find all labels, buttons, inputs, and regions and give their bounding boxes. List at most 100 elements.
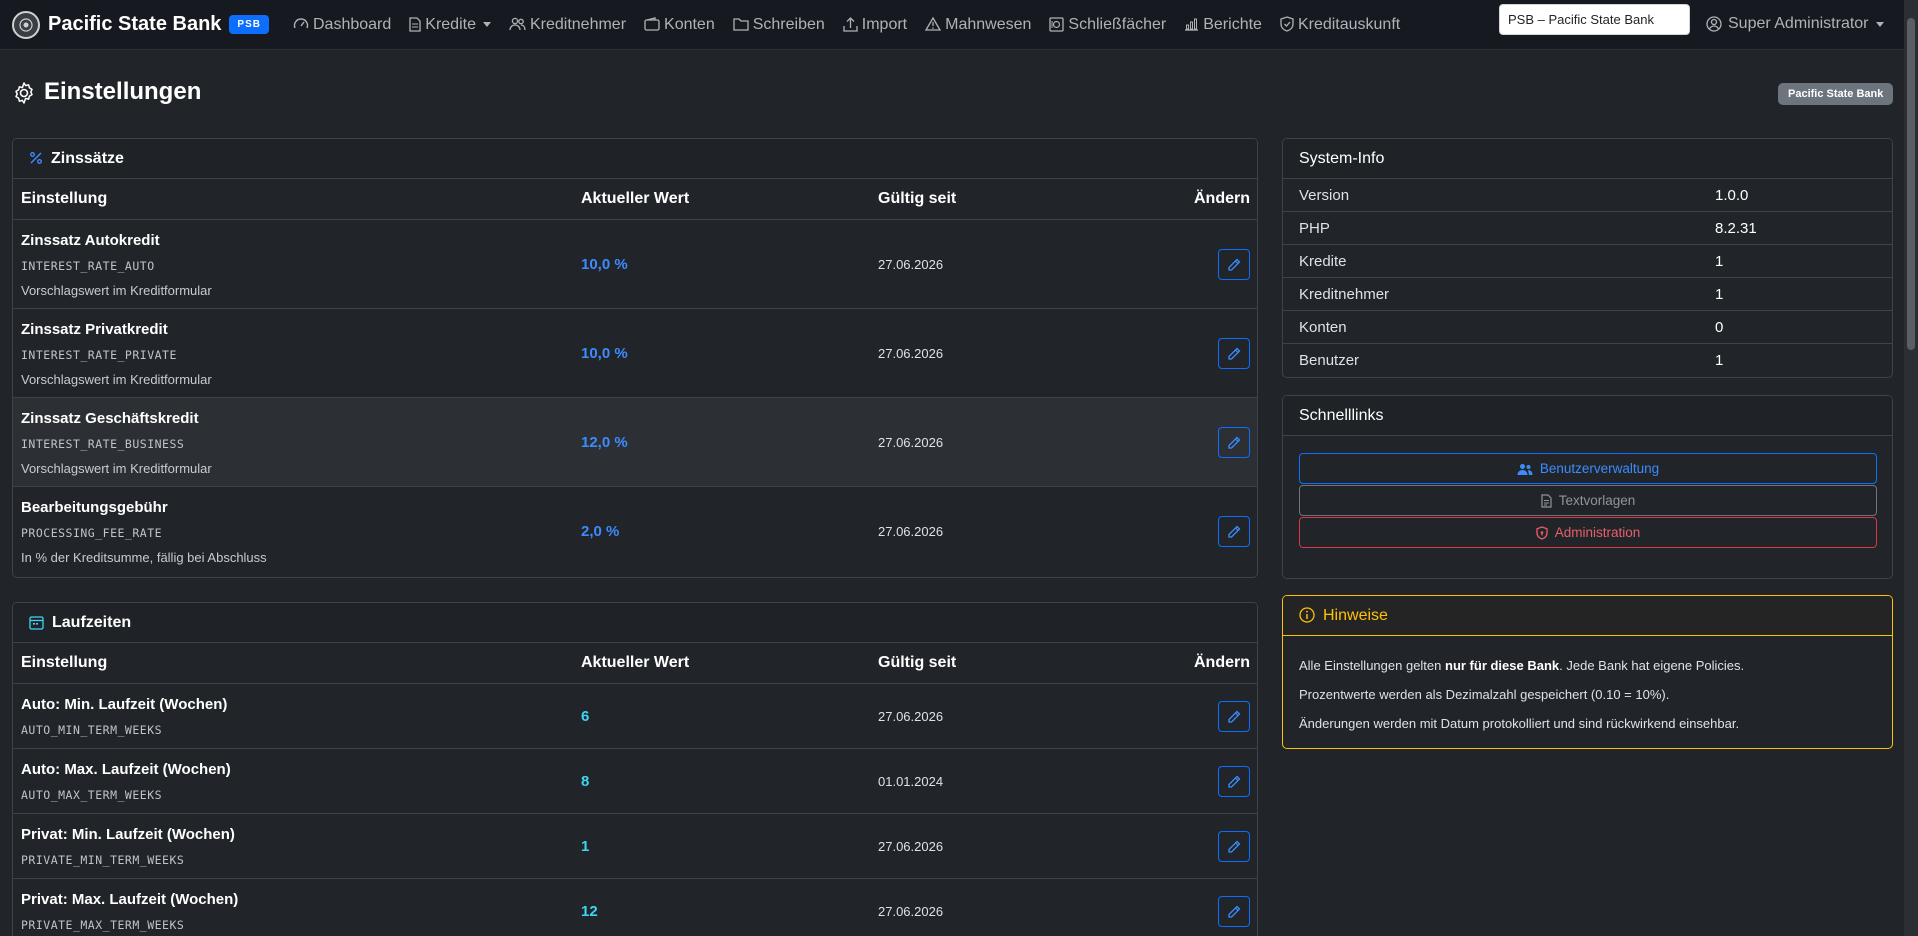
nav-label: Kreditnehmer [529, 15, 627, 33]
wallet-icon [644, 16, 664, 34]
setting-name: Auto: Min. Laufzeit (Wochen) [21, 696, 228, 713]
edit-button[interactable] [1218, 831, 1250, 862]
setting-key: AUTO_MIN_TERM_WEEKS [21, 723, 163, 737]
pencil-icon [1227, 256, 1241, 273]
nav-label: Schließfächer [1068, 15, 1167, 33]
info-row: Benutzer 1 [1283, 344, 1892, 377]
table-row: Bearbeitungsgebühr PROCESSING_FEE_RATE I… [13, 487, 1257, 576]
page-title-text: Einstellungen [44, 78, 202, 105]
setting-value: 12,0 % [581, 434, 628, 451]
top-navbar: Pacific State Bank PSB Dashboard Kredite… [0, 0, 1904, 50]
note-line: Änderungen werden mit Datum protokollier… [1299, 716, 1740, 731]
brand-name: Pacific State Bank [48, 13, 222, 35]
upload-icon [843, 16, 862, 34]
table-header: Einstellung Aktueller Wert Gültig seit Ä… [13, 643, 1257, 684]
card-title: System-Info [1299, 149, 1385, 167]
quicklinks-card: Schnelllinks Benutzerverwaltung Textvorl… [1282, 395, 1893, 579]
info-value: 1 [1715, 253, 1724, 270]
button-label: Administration [1554, 525, 1641, 540]
info-row: Kreditnehmer 1 [1283, 278, 1892, 311]
edit-button[interactable] [1218, 249, 1250, 280]
table-row: Privat: Min. Laufzeit (Wochen) PRIVATE_M… [13, 814, 1257, 879]
setting-description: In % der Kreditsumme, fällig bei Abschlu… [21, 550, 267, 565]
column-header: Gültig seit [878, 654, 957, 671]
scrollbar-thumb[interactable] [1907, 18, 1915, 350]
setting-key: PROCESSING_FEE_RATE [21, 526, 163, 540]
edit-button[interactable] [1218, 766, 1250, 797]
info-value: 0 [1715, 319, 1724, 336]
interest-rates-card: Zinssätze Einstellung Aktueller Wert Gül… [12, 138, 1258, 578]
nav-label: Import [861, 15, 908, 33]
nav-konten[interactable]: Konten [644, 16, 715, 34]
setting-name: Bearbeitungsgebühr [21, 499, 168, 516]
user-menu[interactable]: Super Administrator [1706, 15, 1884, 33]
info-value: 1 [1715, 286, 1724, 303]
column-header: Gültig seit [878, 190, 957, 207]
table-row: Auto: Max. Laufzeit (Wochen) AUTO_MAX_TE… [13, 749, 1257, 814]
nav-label: Dashboard [312, 15, 392, 33]
setting-value: 10,0 % [581, 345, 628, 362]
edit-button[interactable] [1218, 896, 1250, 927]
table-header: Einstellung Aktueller Wert Gültig seit Ä… [13, 179, 1257, 220]
nav-kreditnehmer[interactable]: Kreditnehmer [509, 16, 626, 34]
nav-kreditauskunft[interactable]: Kreditauskunft [1280, 16, 1400, 34]
table-row: Zinssatz Autokredit INTEREST_RATE_AUTO V… [13, 220, 1257, 309]
nav-mahnwesen[interactable]: Mahnwesen [925, 16, 1031, 34]
valid-since: 27.06.2026 [878, 904, 944, 919]
edit-button[interactable] [1218, 427, 1250, 458]
user-management-button[interactable]: Benutzerverwaltung [1299, 453, 1877, 484]
valid-since: 27.06.2026 [878, 524, 944, 539]
gear-icon [12, 78, 44, 106]
edit-button[interactable] [1218, 701, 1250, 732]
bank-logo-icon [12, 10, 40, 39]
document-icon [409, 16, 425, 34]
valid-since: 27.06.2026 [878, 709, 944, 724]
setting-value: 12 [581, 903, 598, 920]
scrollbar[interactable] [1904, 0, 1918, 936]
info-key: Kreditnehmer [1299, 286, 1390, 303]
nav-kredite[interactable]: Kredite [409, 16, 491, 34]
card-header: System-Info [1283, 139, 1892, 179]
nav-schreiben[interactable]: Schreiben [733, 16, 825, 34]
note-emphasis: nur für diese Bank [1445, 658, 1560, 673]
card-header: Schnelllinks [1283, 396, 1892, 436]
nav-label: Kredite [425, 15, 476, 33]
chevron-down-icon [482, 22, 491, 27]
nav-dashboard[interactable]: Dashboard [293, 16, 391, 34]
setting-key: AUTO_MAX_TERM_WEEKS [21, 788, 163, 802]
document-text-icon [1541, 493, 1559, 508]
warning-icon [925, 16, 945, 34]
column-header: Ändern [1194, 190, 1250, 207]
column-header: Einstellung [21, 654, 108, 671]
card-title: Zinssätze [51, 149, 124, 167]
nav-label: Kreditauskunft [1297, 15, 1401, 33]
setting-value: 2,0 % [581, 523, 620, 540]
pencil-icon [1227, 838, 1241, 855]
pencil-icon [1227, 434, 1241, 451]
user-circle-icon [1706, 15, 1728, 33]
nav-berichte[interactable]: Berichte [1184, 16, 1262, 34]
nav-import[interactable]: Import [843, 16, 907, 34]
table-row: Auto: Min. Laufzeit (Wochen) AUTO_MIN_TE… [13, 684, 1257, 749]
text-templates-button[interactable]: Textvorlagen [1299, 485, 1877, 516]
people-icon [1517, 461, 1540, 476]
shield-check-icon [1280, 16, 1298, 34]
table-row: Privat: Max. Laufzeit (Wochen) PRIVATE_M… [13, 879, 1257, 936]
brand[interactable]: Pacific State Bank PSB [12, 10, 269, 39]
info-value: 1 [1715, 352, 1724, 369]
people-icon [509, 16, 530, 34]
edit-button[interactable] [1218, 516, 1250, 547]
note-text: . Jede Bank hat eigene Policies. [1559, 658, 1745, 673]
table-row: Zinssatz Privatkredit INTEREST_RATE_PRIV… [13, 309, 1257, 398]
note-text: Alle Einstellungen gelten [1299, 658, 1445, 673]
page-title: Einstellungen [12, 78, 201, 106]
nav-schliessfaecher[interactable]: Schließfächer [1049, 16, 1166, 34]
safe-icon [1049, 16, 1068, 34]
bank-select[interactable]: PSB – Pacific State Bank [1499, 4, 1690, 35]
info-key: PHP [1299, 220, 1330, 237]
valid-since: 27.06.2026 [878, 435, 944, 450]
nav-label: Schreiben [752, 15, 825, 33]
edit-button[interactable] [1218, 338, 1250, 369]
info-key: Benutzer [1299, 352, 1360, 369]
administration-button[interactable]: Administration [1299, 517, 1877, 548]
